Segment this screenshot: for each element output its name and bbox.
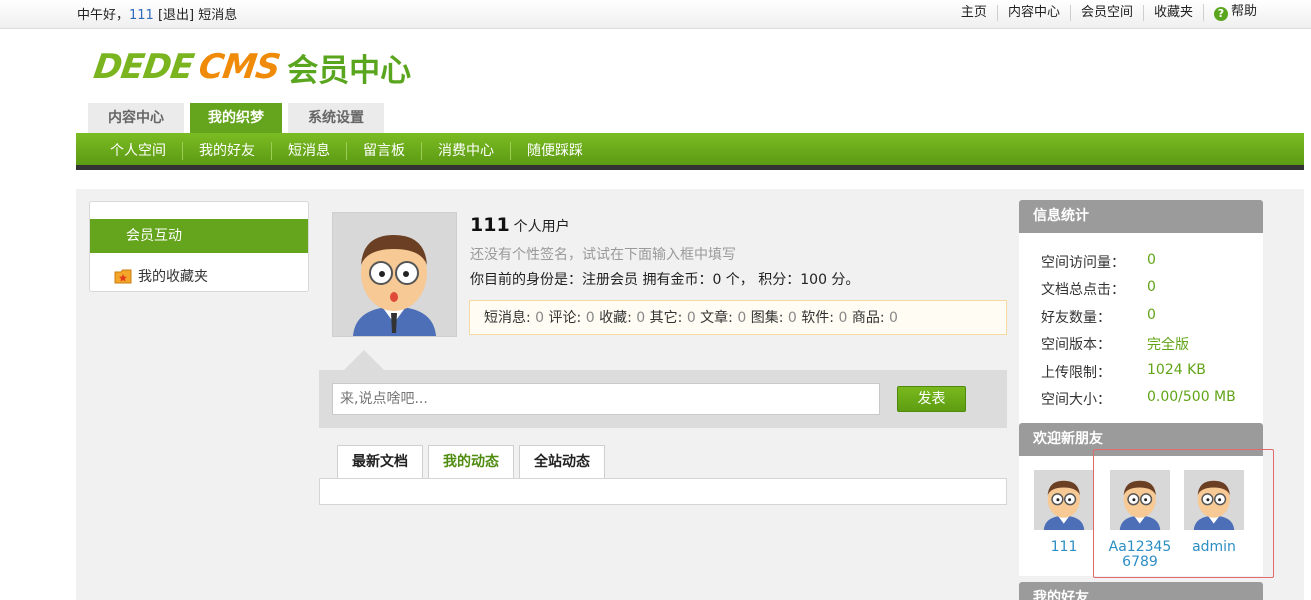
stats-box: 短消息: 0 评论: 0 收藏: 0 其它: 0 文章: 0 图集: 0 软件:…	[469, 300, 1007, 335]
info-row: 空间大小： 0.00/500 MB	[1041, 389, 1236, 408]
logo-member-center: 会员中心	[287, 52, 412, 89]
stat-label: 图集:	[746, 310, 788, 326]
left-menu: 会员互动 我的收藏夹	[89, 201, 309, 292]
stat-value: 0	[686, 310, 696, 326]
stat-value: 0	[787, 310, 797, 326]
help-icon: ?	[1213, 7, 1228, 21]
friend-avatar[interactable]	[1034, 470, 1094, 530]
nav-consumption[interactable]: 消费中心	[421, 142, 510, 160]
top-bar: 中午好，111 [退出] 短消息 主页 内容中心 会员空间 收藏夹 ? 帮助	[0, 0, 1311, 29]
stat-value: 0	[585, 310, 595, 326]
sub-nav: 个人空间 我的好友 短消息 留言板 消费中心 随便踩踩	[76, 133, 1304, 170]
profile-status: 你目前的身份是：注册会员 拥有金币：0 个， 积分：100 分。	[470, 272, 860, 288]
activity-content	[319, 478, 1007, 505]
nav-my-friends[interactable]: 我的好友	[182, 142, 271, 160]
profile-name: 111 个人用户	[470, 214, 570, 236]
friend-name[interactable]: 111	[1031, 540, 1097, 555]
stat-value: 0	[737, 310, 747, 326]
greeting: 中午好，111 [退出] 短消息	[77, 4, 237, 23]
stat-label: 商品:	[847, 310, 889, 326]
info-stats-title: 信息统计	[1019, 200, 1263, 234]
folder-icon	[114, 269, 132, 284]
info-stats-box: 空间访问量： 0 文档总点击： 0 好友数量： 0 空间版本： 完全版 上传限制： 102…	[1019, 233, 1263, 425]
my-friends-title: 我的好友	[1019, 582, 1263, 600]
activity-tabs: 最新文档 我的动态 全站动态	[337, 445, 610, 478]
info-row: 空间访问量： 0	[1041, 252, 1156, 271]
logout-link[interactable]: [退出]	[158, 8, 194, 23]
logo-dede: DEDE	[91, 47, 196, 87]
menu-my-favorites-label: 我的收藏夹	[138, 269, 208, 285]
tab-latest-docs[interactable]: 最新文档	[337, 445, 423, 478]
username-link[interactable]: 111	[129, 8, 154, 23]
profile-uid: 111	[470, 214, 510, 236]
stat-label: 其它:	[645, 310, 687, 326]
tab-my-activity[interactable]: 我的动态	[428, 445, 514, 478]
profile-user-type: 个人用户	[513, 219, 570, 235]
logo-cms: CMS	[196, 47, 282, 87]
menu-member-interaction[interactable]: 会员互动	[90, 219, 308, 253]
home-link[interactable]: 主页	[951, 5, 997, 21]
tab-system-settings[interactable]: 系统设置	[288, 103, 384, 133]
nav-browse[interactable]: 随便踩踩	[510, 142, 599, 160]
main-tabs: 内容中心 我的织梦 系统设置	[88, 103, 390, 133]
tab-my-dede[interactable]: 我的织梦	[190, 103, 282, 133]
stat-value: 0	[636, 310, 646, 326]
stat-value: 0	[535, 310, 545, 326]
post-button[interactable]: 发表	[897, 386, 966, 412]
info-row: 上传限制： 1024 KB	[1041, 362, 1206, 381]
avatar[interactable]	[332, 212, 457, 337]
tab-content-center[interactable]: 内容中心	[88, 103, 184, 133]
selection-highlight	[1093, 449, 1274, 578]
stat-label: 文章:	[695, 310, 738, 326]
stat-label: 收藏:	[594, 310, 637, 326]
menu-my-favorites[interactable]: 我的收藏夹	[114, 266, 208, 286]
site-logo[interactable]: DEDE CMS 会员中心	[91, 46, 412, 89]
top-links: 主页 内容中心 会员空间 收藏夹 ? 帮助	[951, 4, 1267, 21]
stat-value: 0	[889, 310, 898, 326]
info-row: 文档总点击： 0	[1041, 279, 1156, 298]
help-link[interactable]: ? 帮助	[1202, 4, 1267, 21]
info-row: 空间版本： 完全版	[1041, 337, 1189, 353]
member-space-link[interactable]: 会员空间	[1069, 4, 1143, 21]
tab-site-activity[interactable]: 全站动态	[519, 445, 605, 478]
stat-label: 评论:	[544, 310, 586, 326]
info-row: 好友数量： 0	[1041, 307, 1156, 326]
stat-label: 短消息:	[484, 310, 536, 326]
messages-link[interactable]: 短消息	[198, 8, 237, 23]
post-input[interactable]	[332, 383, 880, 415]
nav-guestbook[interactable]: 留言板	[346, 142, 421, 160]
help-label: 帮助	[1230, 4, 1257, 19]
favorites-link[interactable]: 收藏夹	[1142, 4, 1203, 21]
profile-signature: 还没有个性签名，试试在下面输入框中填写	[470, 247, 736, 263]
content-center-link[interactable]: 内容中心	[996, 4, 1070, 21]
nav-personal-space[interactable]: 个人空间	[94, 142, 182, 160]
friend-card[interactable]: 111	[1031, 470, 1097, 555]
nav-messages[interactable]: 短消息	[271, 142, 346, 160]
stat-label: 软件:	[796, 310, 839, 326]
greeting-text: 中午好，	[77, 8, 130, 23]
post-box-arrow	[344, 350, 384, 370]
